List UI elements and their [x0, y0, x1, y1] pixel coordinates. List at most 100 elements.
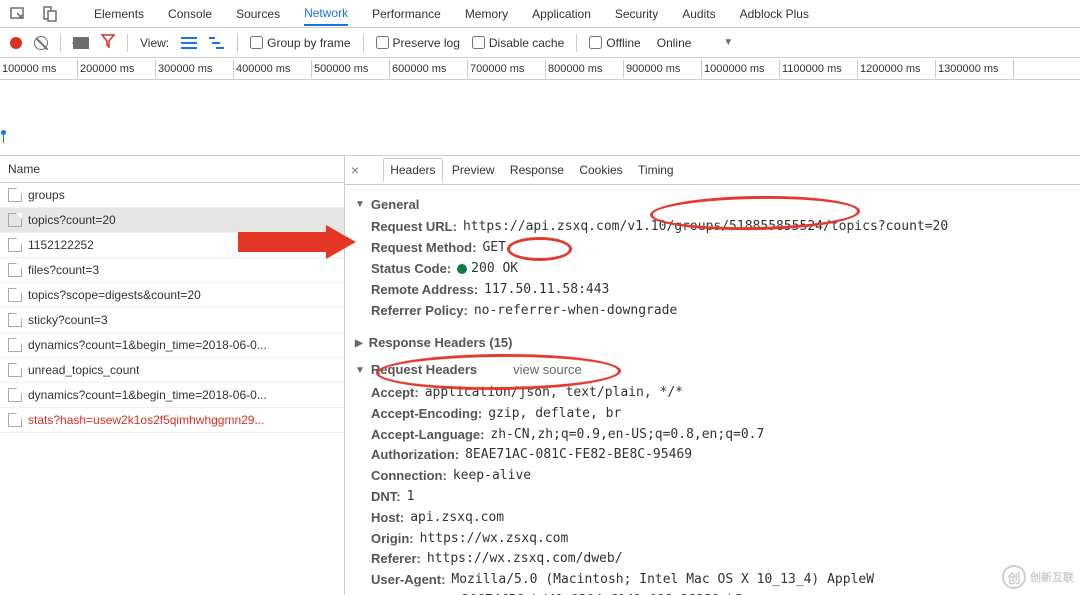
watermark-logo-icon: 创: [1002, 565, 1026, 589]
view-source-link[interactable]: view source: [513, 360, 582, 381]
status-dot-icon: [457, 264, 467, 274]
tab-application[interactable]: Application: [532, 3, 591, 25]
request-row[interactable]: topics?scope=digests&count=20: [0, 283, 344, 308]
throttling-select[interactable]: Online: [657, 36, 692, 50]
detail-tab-preview[interactable]: Preview: [446, 159, 501, 181]
tab-network[interactable]: Network: [304, 2, 348, 26]
tab-sources[interactable]: Sources: [236, 3, 280, 25]
timeline-tick: 600000 ms: [390, 60, 468, 78]
element-picker-icon[interactable]: [10, 6, 26, 22]
header-value: 1: [407, 487, 415, 508]
tab-memory[interactable]: Memory: [465, 3, 508, 25]
request-row[interactable]: sticky?count=3: [0, 308, 344, 333]
header-row: Connection:keep-alive: [371, 466, 1070, 487]
request-method-value: GET: [482, 238, 505, 259]
request-url-value[interactable]: https://api.zsxq.com/v1.10/groups/518855…: [463, 217, 948, 238]
header-value: api.zsxq.com: [410, 508, 504, 529]
header-row: User-Agent:Mozilla/5.0 (Macintosh; Intel…: [371, 570, 1070, 591]
separator: [127, 34, 128, 52]
tab-elements[interactable]: Elements: [94, 3, 144, 25]
document-icon: [8, 413, 22, 427]
timeline-ruler[interactable]: 100000 ms200000 ms300000 ms400000 ms5000…: [0, 58, 1080, 80]
header-value: https://wx.zsxq.com: [420, 529, 569, 550]
document-icon: [8, 188, 22, 202]
header-value: keep-alive: [453, 466, 531, 487]
header-row: Host: api.zsxq.com: [371, 508, 1070, 529]
tab-audits[interactable]: Audits: [682, 3, 715, 25]
tab-adblock-plus[interactable]: Adblock Plus: [740, 3, 809, 25]
request-row[interactable]: dynamics?count=1&begin_time=2018-06-0...: [0, 333, 344, 358]
request-row[interactable]: dynamics?count=1&begin_time=2018-06-0...: [0, 383, 344, 408]
timeline-tick: 400000 ms: [234, 60, 312, 78]
document-icon: [8, 338, 22, 352]
timeline-tick: 1300000 ms: [936, 60, 1014, 78]
header-name: User-Agent:: [371, 570, 445, 591]
timeline-tick: 1000000 ms: [702, 60, 780, 78]
detail-tab-headers[interactable]: Headers: [383, 158, 442, 182]
large-rows-icon[interactable]: [181, 36, 197, 50]
header-row: Referer:https://wx.zsxq.com/dweb/: [371, 549, 1070, 570]
status-code-row: Status Code: 200 OK: [371, 259, 1070, 280]
tab-security[interactable]: Security: [615, 3, 658, 25]
detail-tab-timing[interactable]: Timing: [632, 159, 680, 181]
request-row[interactable]: topics?count=20: [0, 208, 344, 233]
request-row[interactable]: stats?hash=usew2k1os2f5qimhwhggmn29...: [0, 408, 344, 433]
request-name: files?count=3: [28, 263, 99, 277]
waterfall-icon[interactable]: [209, 36, 225, 50]
throttling-caret-icon[interactable]: ▼: [723, 37, 733, 48]
header-name: Origin:: [371, 529, 414, 550]
header-row: Accept-Language:zh-CN,zh;q=0.9,en-US;q=0…: [371, 425, 1070, 446]
close-detail-icon[interactable]: ×: [351, 162, 359, 178]
header-value: gzip, deflate, br: [488, 404, 621, 425]
request-headers-section-header[interactable]: ▼ Request Headers view source: [355, 360, 1070, 381]
header-name: Accept-Language:: [371, 425, 484, 446]
request-name: dynamics?count=1&begin_time=2018-06-0...: [28, 388, 267, 402]
preserve-log-checkbox[interactable]: Preserve log: [376, 36, 460, 50]
general-section-header[interactable]: ▼ General: [355, 195, 1070, 216]
detail-tab-cookies[interactable]: Cookies: [573, 159, 628, 181]
timeline-tick: 200000 ms: [78, 60, 156, 78]
response-headers-section-header[interactable]: ▶ Response Headers (15): [355, 333, 1070, 354]
header-name: Host:: [371, 508, 404, 529]
headers-panel: ▼ General Request URL: https://api.zsxq.…: [345, 185, 1080, 595]
detail-tab-response[interactable]: Response: [504, 159, 570, 181]
header-name: Accept:: [371, 383, 419, 404]
document-icon: [8, 288, 22, 302]
offline-checkbox[interactable]: Offline: [589, 36, 640, 50]
device-toggle-icon[interactable]: [42, 6, 58, 22]
request-list-pane: Name groups topics?count=201152122252 file…: [0, 156, 345, 595]
header-name: Referer:: [371, 549, 421, 570]
request-list[interactable]: groups topics?count=201152122252 files?cou…: [0, 183, 344, 433]
tab-console[interactable]: Console: [168, 3, 212, 25]
group-by-frame-checkbox[interactable]: Group by frame: [250, 36, 350, 50]
document-icon: [8, 238, 22, 252]
clear-button[interactable]: [34, 36, 48, 50]
caret-right-icon: ▶: [355, 336, 363, 352]
request-row[interactable]: files?count=3: [0, 258, 344, 283]
request-list-header: Name: [0, 156, 344, 183]
tab-performance[interactable]: Performance: [372, 3, 441, 25]
separator: [237, 34, 238, 52]
capture-screenshot-icon[interactable]: [73, 37, 89, 49]
request-name: dynamics?count=1&begin_time=2018-06-0...: [28, 338, 267, 352]
document-icon: [8, 363, 22, 377]
request-row[interactable]: groups: [0, 183, 344, 208]
disable-cache-checkbox[interactable]: Disable cache: [472, 36, 564, 50]
timeline-tick: 300000 ms: [156, 60, 234, 78]
request-row[interactable]: 1152122252: [0, 233, 344, 258]
timeline-tick: 1100000 ms: [780, 60, 858, 78]
separator: [60, 34, 61, 52]
header-name: X-Request-Id:: [371, 591, 456, 595]
header-value: application/json, text/plain, */*: [425, 383, 683, 404]
request-row[interactable]: unread_topics_count: [0, 358, 344, 383]
record-button[interactable]: [10, 37, 22, 49]
header-row: Origin: https://wx.zsxq.com: [371, 529, 1070, 550]
filter-icon[interactable]: [101, 34, 115, 51]
request-name: groups: [28, 188, 65, 202]
caret-down-icon: ▼: [355, 197, 365, 213]
document-icon: [8, 388, 22, 402]
header-value: 30674f56-bd41-9304-6141-098a28231cb3: [462, 591, 744, 595]
watermark: 创 创新互联: [1002, 565, 1074, 589]
request-name: sticky?count=3: [28, 313, 108, 327]
timeline-overview[interactable]: [0, 80, 1080, 156]
